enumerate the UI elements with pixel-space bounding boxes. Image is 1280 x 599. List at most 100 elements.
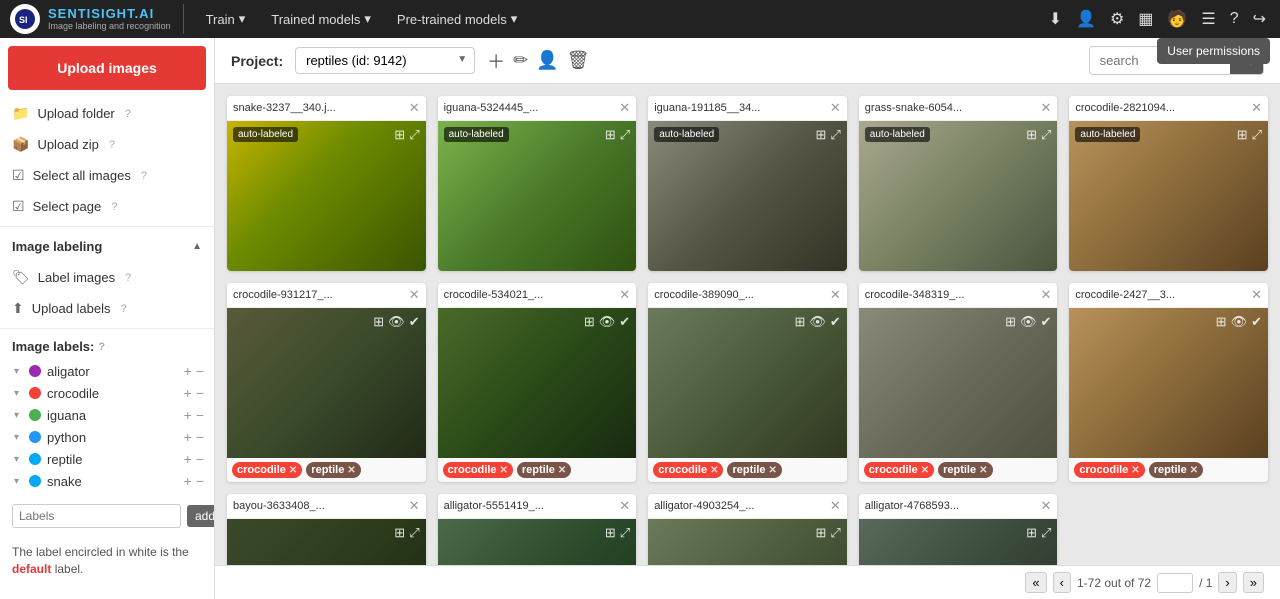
crop-icon[interactable]: ⊞ (605, 127, 616, 143)
image-thumb[interactable]: ⊞⤢ (648, 519, 847, 565)
aligator-add-icon[interactable]: + (184, 363, 192, 379)
image-card-close-button[interactable]: ✕ (1251, 287, 1262, 303)
upload-images-button[interactable]: Upload images (8, 46, 206, 90)
pretrained-models-menu[interactable]: Pre-trained models ▾ (389, 7, 525, 31)
check-icon[interactable]: ✔ (1251, 314, 1262, 330)
image-label-remove-icon[interactable]: ✕ (1131, 465, 1139, 476)
expand-icon[interactable]: ⤢ (620, 525, 630, 541)
image-thumb[interactable]: ⊞👁✔ (227, 308, 426, 458)
help-icon[interactable]: ? (1226, 6, 1243, 32)
reptile-add-icon[interactable]: + (184, 451, 192, 467)
reptile-chevron-icon[interactable]: ▾ (14, 454, 19, 465)
crop-icon[interactable]: ⊞ (394, 525, 405, 541)
crocodile-chevron-icon[interactable]: ▾ (14, 388, 19, 399)
edit-project-icon[interactable]: ✏ (513, 50, 528, 71)
image-label-remove-icon[interactable]: ✕ (710, 465, 718, 476)
pagination-next-button[interactable]: › (1218, 572, 1236, 593)
eye-icon[interactable]: 👁 (388, 314, 405, 330)
trained-models-menu[interactable]: Trained models ▾ (263, 7, 379, 31)
image-card-close-button[interactable]: ✕ (1040, 498, 1051, 514)
crop-icon[interactable]: ⊞ (1216, 314, 1227, 330)
image-thumb[interactable]: auto-labeled⊞⤢ (438, 121, 637, 271)
eye-icon[interactable]: 👁 (809, 314, 826, 330)
image-card-close-button[interactable]: ✕ (619, 498, 630, 514)
reptile-remove-icon[interactable]: − (196, 451, 204, 467)
snake-add-icon[interactable]: + (184, 473, 192, 489)
expand-icon[interactable]: ⤢ (1252, 127, 1262, 143)
upload-folder-help-icon[interactable]: ? (125, 108, 131, 120)
image-label-remove-icon[interactable]: ✕ (500, 465, 508, 476)
iguana-chevron-icon[interactable]: ▾ (14, 410, 19, 421)
aligator-remove-icon[interactable]: − (196, 363, 204, 379)
image-thumb[interactable]: ⊞👁✔ (1069, 308, 1268, 458)
expand-icon[interactable]: ⤢ (1041, 525, 1051, 541)
snake-chevron-icon[interactable]: ▾ (14, 476, 19, 487)
crop-icon[interactable]: ⊞ (1026, 525, 1037, 541)
label-images-help-icon[interactable]: ? (125, 272, 131, 284)
image-thumb[interactable]: ⊞⤢ (227, 519, 426, 565)
image-card-close-button[interactable]: ✕ (830, 287, 841, 303)
crop-icon[interactable]: ⊞ (584, 314, 595, 330)
list-icon[interactable]: ☰ (1197, 5, 1219, 33)
crop-icon[interactable]: ⊞ (794, 314, 805, 330)
pagination-page-input[interactable]: 1 (1157, 573, 1193, 593)
image-label-remove-icon[interactable]: ✕ (347, 465, 355, 476)
settings-icon[interactable]: ⚙ (1106, 5, 1128, 33)
upload-zip-help-icon[interactable]: ? (109, 139, 115, 151)
user-permissions-icon[interactable]: 👤 (1072, 5, 1100, 33)
image-labeling-section[interactable]: Image labeling ▲ (0, 231, 214, 262)
download-icon[interactable]: ⬇ (1045, 5, 1066, 33)
sidebar-item-label-images[interactable]: 🏷 Label images ? (0, 262, 214, 293)
image-thumb[interactable]: ⊞👁✔ (859, 308, 1058, 458)
python-chevron-icon[interactable]: ▾ (14, 432, 19, 443)
sidebar-item-upload-zip[interactable]: 📦 Upload zip ? (0, 129, 214, 160)
python-add-icon[interactable]: + (184, 429, 192, 445)
account-icon[interactable]: 🧑 (1163, 5, 1191, 33)
image-labels-help-icon[interactable]: ? (98, 341, 105, 353)
crop-icon[interactable]: ⊞ (605, 525, 616, 541)
image-card-close-button[interactable]: ✕ (409, 498, 420, 514)
add-label-input[interactable] (12, 504, 181, 528)
image-card-close-button[interactable]: ✕ (409, 100, 420, 116)
image-card-close-button[interactable]: ✕ (830, 498, 841, 514)
train-menu[interactable]: Train ▾ (198, 7, 254, 31)
image-thumb[interactable]: auto-labeled⊞⤢ (1069, 121, 1268, 271)
crop-icon[interactable]: ⊞ (373, 314, 384, 330)
expand-icon[interactable]: ⤢ (830, 525, 840, 541)
image-card-close-button[interactable]: ✕ (1251, 100, 1262, 116)
image-card-close-button[interactable]: ✕ (830, 100, 841, 116)
select-page-help-icon[interactable]: ? (111, 201, 117, 213)
image-thumb[interactable]: ⊞👁✔ (438, 308, 637, 458)
image-card-close-button[interactable]: ✕ (619, 287, 630, 303)
python-remove-icon[interactable]: − (196, 429, 204, 445)
pagination-first-button[interactable]: « (1025, 572, 1046, 593)
sidebar-item-select-page[interactable]: ☑ Select page ? (0, 191, 214, 222)
crop-icon[interactable]: ⊞ (815, 127, 826, 143)
crop-icon[interactable]: ⊞ (1026, 127, 1037, 143)
add-label-button[interactable]: add (187, 505, 215, 527)
image-thumb[interactable]: auto-labeled⊞⤢ (648, 121, 847, 271)
crop-icon[interactable]: ⊞ (815, 525, 826, 541)
crop-icon[interactable]: ⊞ (1005, 314, 1016, 330)
check-icon[interactable]: ✔ (619, 314, 630, 330)
crocodile-add-icon[interactable]: + (184, 385, 192, 401)
image-card-close-button[interactable]: ✕ (1040, 287, 1051, 303)
iguana-remove-icon[interactable]: − (196, 407, 204, 423)
image-label-remove-icon[interactable]: ✕ (1190, 465, 1198, 476)
image-card-close-button[interactable]: ✕ (409, 287, 420, 303)
image-thumb[interactable]: ⊞👁✔ (648, 308, 847, 458)
check-icon[interactable]: ✔ (1040, 314, 1051, 330)
image-label-remove-icon[interactable]: ✕ (558, 465, 566, 476)
add-project-icon[interactable]: ＋ (487, 48, 505, 74)
expand-icon[interactable]: ⤢ (409, 127, 419, 143)
image-label-remove-icon[interactable]: ✕ (921, 465, 929, 476)
sidebar-item-upload-folder[interactable]: 📁 Upload folder ? (0, 98, 214, 129)
image-thumb[interactable]: auto-labeled⊞⤢ (859, 121, 1058, 271)
select-all-help-icon[interactable]: ? (141, 170, 147, 182)
image-card-close-button[interactable]: ✕ (619, 100, 630, 116)
sidebar-item-upload-labels[interactable]: ⬆ Upload labels ? (0, 293, 214, 324)
aligator-chevron-icon[interactable]: ▾ (14, 366, 19, 377)
crocodile-remove-icon[interactable]: − (196, 385, 204, 401)
add-user-project-icon[interactable]: 👤 (536, 50, 558, 71)
image-thumb[interactable]: ⊞⤢ (859, 519, 1058, 565)
